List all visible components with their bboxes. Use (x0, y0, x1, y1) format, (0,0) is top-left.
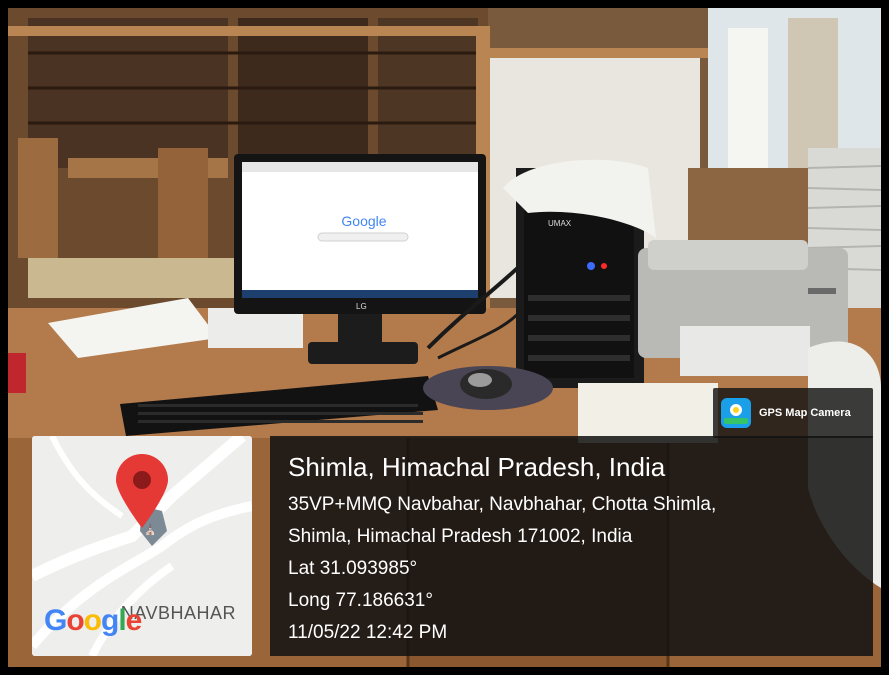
google-logo: Google (44, 604, 142, 637)
location-map-thumbnail: ⛪ NAVBHAHAR Google (32, 436, 252, 656)
screen-google-logo: Google (341, 213, 386, 229)
address-line-1: 35VP+MMQ Navbahar, Navbhahar, Chotta Shi… (288, 494, 717, 515)
gps-map-camera-icon (721, 398, 751, 428)
pc-case-brand: UMAX (548, 219, 572, 228)
screen-google-text: Google (341, 213, 386, 229)
datetime-text: 11/05/22 12:42 PM (288, 622, 448, 643)
latitude-text: Lat 31.093985° (288, 558, 418, 579)
gps-map-camera-badge: GPS Map Camera (713, 388, 873, 438)
photo-frame: Google LG UMAX GPS Map Camera ⛪ NAVBHAHA… (0, 0, 889, 675)
svg-text:⛪: ⛪ (144, 523, 156, 536)
longitude-text: Long 77.186631° (288, 590, 433, 611)
location-title: Shimla, Himachal Pradesh, India (288, 452, 666, 482)
monitor-brand-label: LG (356, 302, 367, 311)
address-line-2: Shimla, Himachal Pradesh 171002, India (288, 526, 633, 547)
gps-map-camera-label: GPS Map Camera (759, 407, 851, 419)
location-info-panel: Shimla, Himachal Pradesh, India 35VP+MMQ… (270, 436, 873, 656)
